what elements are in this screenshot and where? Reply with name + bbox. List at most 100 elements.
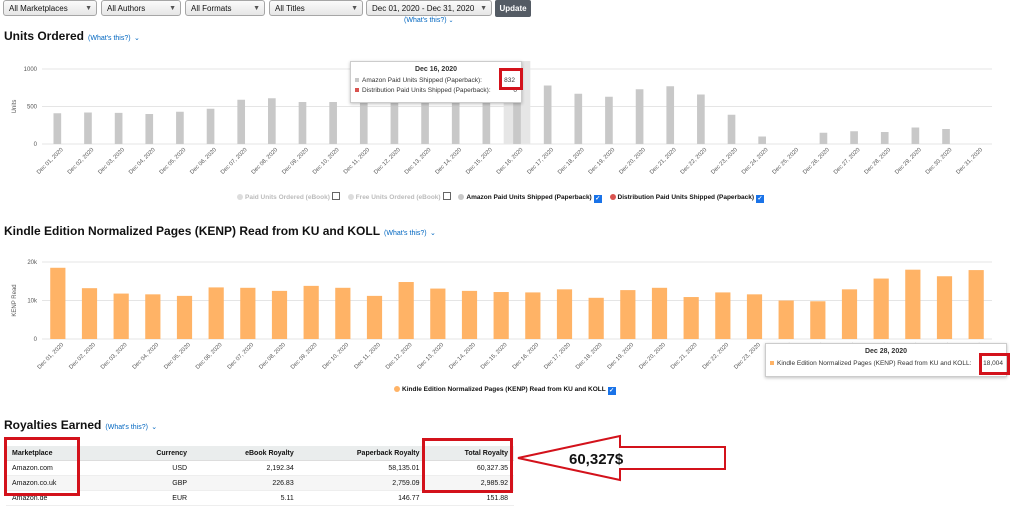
x-tick-label: Dec 24, 2020: [741, 147, 770, 176]
bar[interactable]: [390, 96, 399, 144]
bar[interactable]: [298, 102, 307, 144]
bar[interactable]: [666, 86, 675, 144]
x-tick-label: Dec 19, 2020: [588, 147, 617, 176]
amazon-paid-checkbox[interactable]: ✓: [593, 195, 602, 203]
bar[interactable]: [359, 99, 368, 144]
bar[interactable]: [421, 96, 429, 144]
y-tick-label: 1000: [24, 67, 38, 73]
bar[interactable]: [53, 113, 62, 144]
bar[interactable]: [880, 132, 889, 144]
bar[interactable]: [525, 292, 541, 339]
bar[interactable]: [651, 287, 668, 339]
bar[interactable]: [715, 292, 731, 339]
bar[interactable]: [398, 282, 414, 339]
bar[interactable]: [430, 288, 446, 339]
y-tick-label: 0: [34, 337, 38, 343]
date-range-select[interactable]: Dec 01, 2020 - Dec 31, 2020 ▼: [366, 0, 492, 16]
kenp-tooltip-row: Kindle Edition Normalized Pages (KENP) R…: [770, 360, 1006, 367]
bar[interactable]: [873, 278, 889, 339]
title-select[interactable]: All Titles ▼: [269, 0, 363, 16]
royalties-whats-this-link[interactable]: (What's this?): [105, 424, 148, 431]
bar[interactable]: [727, 114, 736, 144]
bar[interactable]: [841, 289, 858, 339]
bar[interactable]: [176, 111, 184, 144]
bar[interactable]: [335, 287, 351, 339]
bar[interactable]: [461, 290, 478, 339]
bar[interactable]: [145, 294, 161, 339]
units-whats-this-link[interactable]: (What's this?): [88, 35, 131, 42]
bar[interactable]: [556, 289, 573, 339]
marketplace-select[interactable]: All Marketplaces ▼: [3, 0, 97, 16]
free-ebook-checkbox[interactable]: [442, 192, 451, 200]
x-tick-label: Dec 08, 2020: [251, 147, 280, 176]
bar[interactable]: [635, 89, 644, 144]
bar[interactable]: [819, 132, 828, 144]
bar[interactable]: [911, 127, 920, 145]
bar[interactable]: [936, 276, 953, 339]
bar[interactable]: [574, 93, 583, 144]
bar[interactable]: [683, 297, 699, 339]
distribution-paid-checkbox[interactable]: ✓: [756, 195, 765, 203]
bar[interactable]: [778, 300, 794, 340]
date-whats-this-label: (What's this?): [404, 17, 447, 24]
bar[interactable]: [905, 269, 921, 339]
bar[interactable]: [240, 287, 256, 339]
x-tick-label: Dec 07, 2020: [220, 147, 249, 176]
bar[interactable]: [758, 136, 766, 145]
x-tick-label: Dec 25, 2020: [772, 147, 801, 176]
x-tick-label: Dec 16, 2020: [512, 342, 541, 371]
bar[interactable]: [268, 98, 276, 144]
bar[interactable]: [113, 293, 129, 339]
kenp-whats-this-link[interactable]: (What's this?): [384, 230, 427, 237]
bar[interactable]: [81, 288, 98, 339]
bar[interactable]: [84, 112, 92, 145]
bar[interactable]: [850, 131, 858, 144]
bar[interactable]: [588, 297, 604, 339]
y-tick-label: 0: [34, 142, 38, 148]
highlight-box-18004: [979, 353, 1010, 375]
x-tick-label: Dec 02, 2020: [67, 147, 96, 176]
bar[interactable]: [176, 295, 193, 339]
bar[interactable]: [303, 285, 319, 339]
chevron-down-icon: ⌄: [448, 18, 454, 24]
bar[interactable]: [543, 85, 552, 145]
bar[interactable]: [968, 270, 984, 339]
bar[interactable]: [208, 287, 224, 339]
bar[interactable]: [114, 112, 123, 144]
bar[interactable]: [942, 129, 950, 144]
bar[interactable]: [451, 97, 460, 145]
bar[interactable]: [366, 295, 383, 339]
y-tick-label: 500: [27, 105, 38, 111]
bar[interactable]: [145, 114, 154, 144]
x-tick-label: Dec 14, 2020: [434, 147, 463, 176]
bar[interactable]: [810, 301, 826, 339]
bar[interactable]: [605, 96, 613, 144]
date-whats-this-link[interactable]: (What's this?) ⌄: [404, 17, 454, 24]
bar[interactable]: [237, 99, 246, 144]
x-tick-label: Dec 09, 2020: [281, 147, 310, 176]
author-select[interactable]: All Authors ▼: [101, 0, 181, 16]
x-tick-label: Dec 15, 2020: [465, 147, 494, 176]
x-tick-label: Dec 02, 2020: [68, 342, 97, 371]
bar[interactable]: [493, 292, 509, 339]
x-tick-label: Dec 27, 2020: [833, 147, 862, 176]
units-tooltip-row1-label: Amazon Paid Units Shipped (Paperback):: [362, 77, 482, 84]
update-button[interactable]: Update: [495, 0, 531, 17]
bar[interactable]: [620, 290, 636, 339]
y-tick-label: 20k: [27, 260, 38, 266]
legend-dot-kenp: [394, 386, 400, 392]
author-select-label: All Authors: [107, 4, 146, 13]
paid-ebook-checkbox[interactable]: [331, 192, 340, 200]
kenp-checkbox[interactable]: ✓: [607, 387, 616, 395]
units-legend: Paid Units Ordered (eBook) Free Units Or…: [237, 192, 765, 203]
bar[interactable]: [697, 94, 705, 145]
bar[interactable]: [206, 108, 215, 144]
bar[interactable]: [329, 102, 337, 144]
chevron-down-icon: ▼: [351, 5, 358, 12]
bar[interactable]: [271, 290, 288, 339]
x-tick-label: Dec 08, 2020: [258, 342, 287, 371]
kenp-tooltip-label: Kindle Edition Normalized Pages (KENP) R…: [777, 360, 972, 367]
bar[interactable]: [746, 294, 763, 339]
format-select[interactable]: All Formats ▼: [185, 0, 265, 16]
bar[interactable]: [50, 267, 66, 339]
